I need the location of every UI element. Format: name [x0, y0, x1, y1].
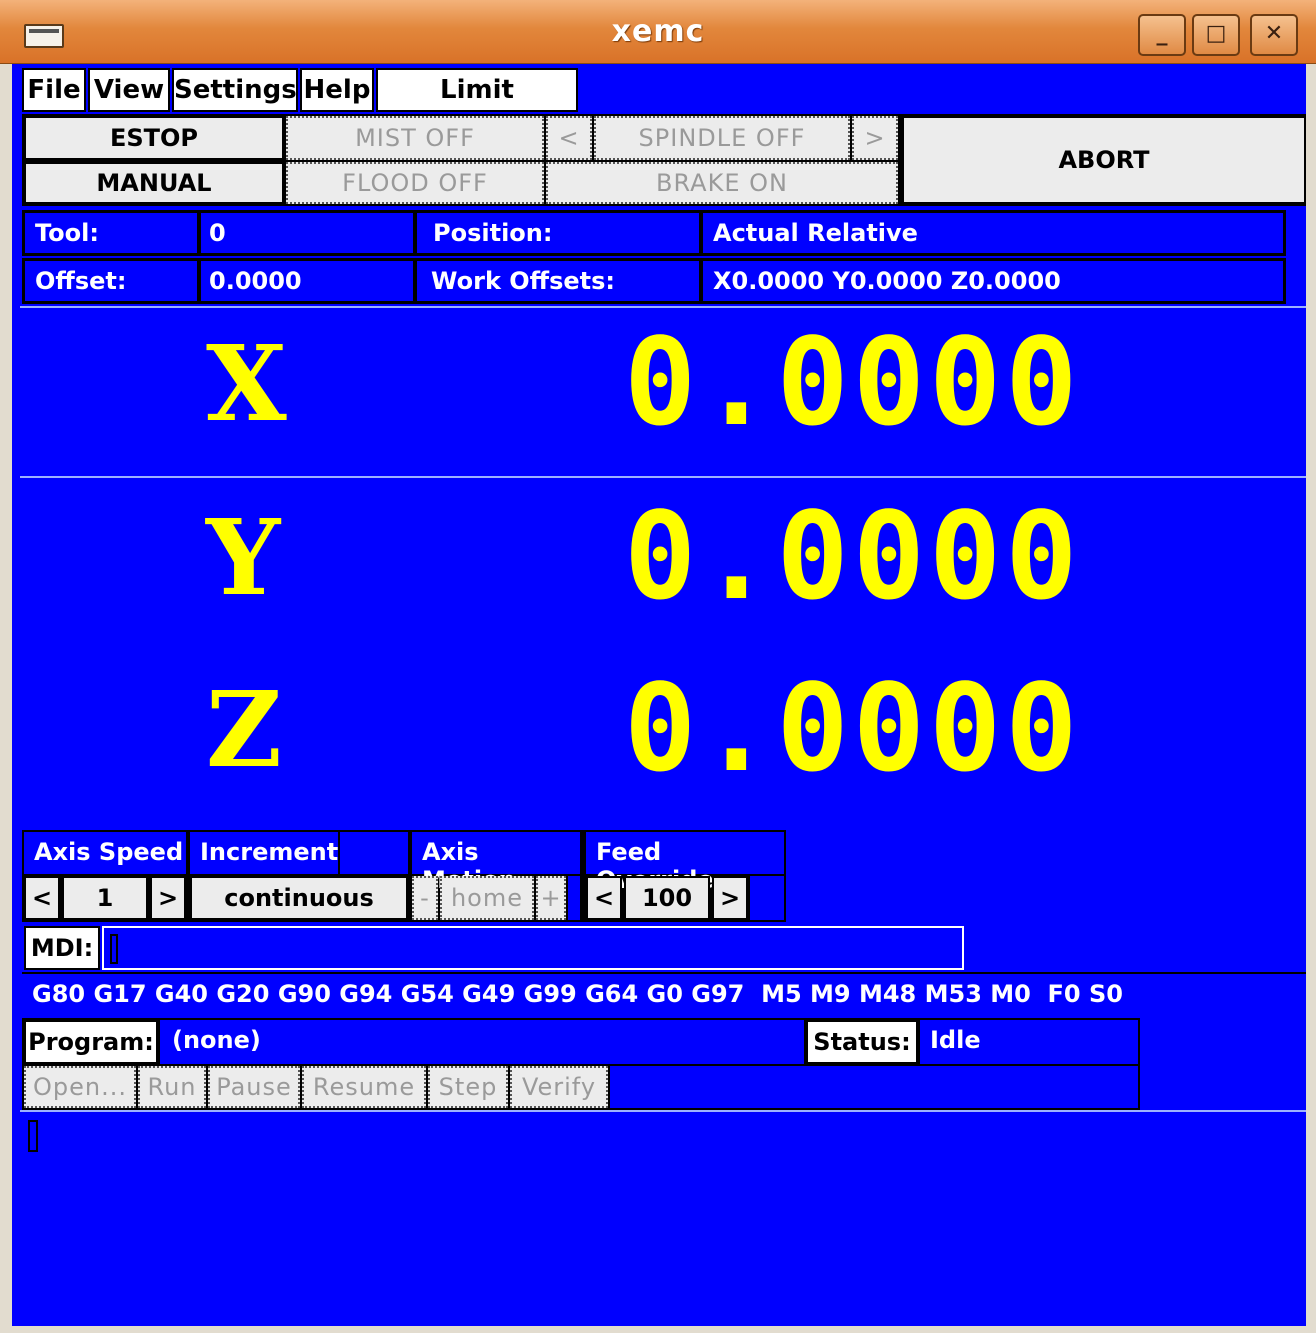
feed-override-increase-button[interactable]: > [712, 876, 748, 920]
spindle-decrease-button[interactable]: < [546, 116, 592, 160]
feed-override-header: Feed Override [586, 832, 784, 894]
pause-program-button[interactable]: Pause [208, 1066, 300, 1108]
minimize-button[interactable]: _ [1138, 14, 1186, 56]
mist-button[interactable]: MIST OFF [286, 116, 544, 160]
axis-y-value: 0.0000 [624, 488, 1082, 627]
abort-button[interactable]: ABORT [902, 116, 1306, 204]
status-value: Idle [930, 1026, 981, 1054]
feed-override-value: 100 [624, 876, 710, 920]
tool-label-cell: Tool: [22, 210, 200, 256]
menu-settings[interactable]: Settings [172, 68, 298, 112]
step-program-button[interactable]: Step [428, 1066, 508, 1108]
status-label: Status: [806, 1020, 918, 1064]
axis-x-label: X [206, 322, 287, 445]
axis-home-button[interactable]: home [440, 876, 534, 920]
offset-value: 0.0000 [209, 267, 302, 295]
work-offsets-label-cell: Work Offsets: [414, 258, 702, 304]
menu-help[interactable]: Help [300, 68, 374, 112]
manual-mode-button[interactable]: MANUAL [24, 162, 284, 204]
tool-value: 0 [209, 219, 226, 247]
menu-view[interactable]: View [88, 68, 170, 112]
brake-button[interactable]: BRAKE ON [546, 162, 898, 204]
feed-override-decrease-button[interactable]: < [586, 876, 622, 920]
increment-label: Increment [200, 838, 339, 866]
axis-speed-label: Axis Speed [34, 838, 184, 866]
tool-label: Tool: [35, 219, 99, 247]
active-modes-line: G80 G17 G40 G20 G90 G94 G54 G49 G99 G64 … [32, 980, 1123, 1008]
flood-button[interactable]: FLOOD OFF [286, 162, 544, 204]
title-bar[interactable]: xemc _ □ ✕ [0, 0, 1316, 64]
tool-value-cell: 0 [198, 210, 416, 256]
work-offsets-label: Work Offsets: [431, 267, 616, 295]
program-name-cell: (none) [160, 1020, 804, 1064]
window-title: xemc [611, 14, 705, 49]
offset-value-cell: 0.0000 [198, 258, 416, 304]
estop-button[interactable]: ESTOP [24, 116, 284, 160]
mdi-input[interactable] [102, 926, 964, 970]
divider [20, 476, 1306, 478]
work-offsets-value: X0.0000 Y0.0000 Z0.0000 [713, 267, 1061, 295]
text-cursor [110, 934, 118, 964]
main-panel: File View Settings Help Limit Override E… [12, 64, 1306, 1326]
position-label-cell: Position: [414, 210, 702, 256]
xemc-window: xemc _ □ ✕ File View Settings Help Limit… [0, 0, 1316, 1333]
axis-x-value: 0.0000 [624, 314, 1082, 453]
increment-select-button[interactable]: continuous [190, 876, 408, 920]
menu-limit-override[interactable]: Limit Override [376, 68, 578, 145]
window-border-bottom [0, 1326, 1316, 1333]
position-value-cell[interactable]: Actual Relative [700, 210, 1286, 256]
offset-label-cell: Offset: [22, 258, 200, 304]
axis-speed-value: 1 [62, 876, 148, 920]
divider [20, 1110, 1306, 1112]
axis-speed-header: Axis Speed [24, 832, 186, 874]
increment-spacer [340, 832, 408, 874]
window-border-left [0, 64, 12, 1333]
close-button[interactable]: ✕ [1250, 14, 1298, 56]
axis-jog-plus-button[interactable]: + [536, 876, 566, 920]
spindle-increase-button[interactable]: > [852, 116, 898, 160]
maximize-button[interactable]: □ [1192, 14, 1240, 56]
axis-speed-decrease-button[interactable]: < [24, 876, 60, 920]
verify-program-button[interactable]: Verify [510, 1066, 608, 1108]
program-label: Program: [24, 1020, 158, 1064]
program-text-area[interactable] [22, 1114, 1306, 1324]
axis-z-value: 0.0000 [624, 660, 1082, 799]
axis-jog-minus-button[interactable]: - [412, 876, 438, 920]
spindle-button[interactable]: SPINDLE OFF [594, 116, 850, 160]
resume-program-button[interactable]: Resume [302, 1066, 426, 1108]
axis-z-label: Z [206, 668, 282, 791]
position-label: Position: [433, 219, 553, 247]
run-program-button[interactable]: Run [138, 1066, 206, 1108]
axis-motion-header: Axis Motion [412, 832, 580, 894]
axis-motion-spacer [568, 876, 580, 920]
divider [22, 972, 1306, 974]
mdi-label: MDI: [24, 926, 100, 970]
feed-override-spacer [750, 876, 784, 920]
text-cursor [28, 1120, 38, 1152]
divider [20, 306, 1306, 308]
offset-label: Offset: [35, 267, 127, 295]
position-value[interactable]: Actual Relative [713, 219, 918, 247]
work-offsets-value-cell: X0.0000 Y0.0000 Z0.0000 [700, 258, 1286, 304]
axis-speed-increase-button[interactable]: > [150, 876, 186, 920]
increment-header: Increment [190, 832, 338, 874]
status-value-cell: Idle [920, 1020, 1138, 1064]
axis-y-label: Y [206, 496, 281, 619]
program-name: (none) [172, 1026, 261, 1054]
menu-file[interactable]: File [22, 68, 86, 112]
open-program-button[interactable]: Open... [24, 1066, 136, 1108]
program-buttons-spacer [610, 1066, 1138, 1108]
window-border-right [1306, 64, 1316, 1333]
